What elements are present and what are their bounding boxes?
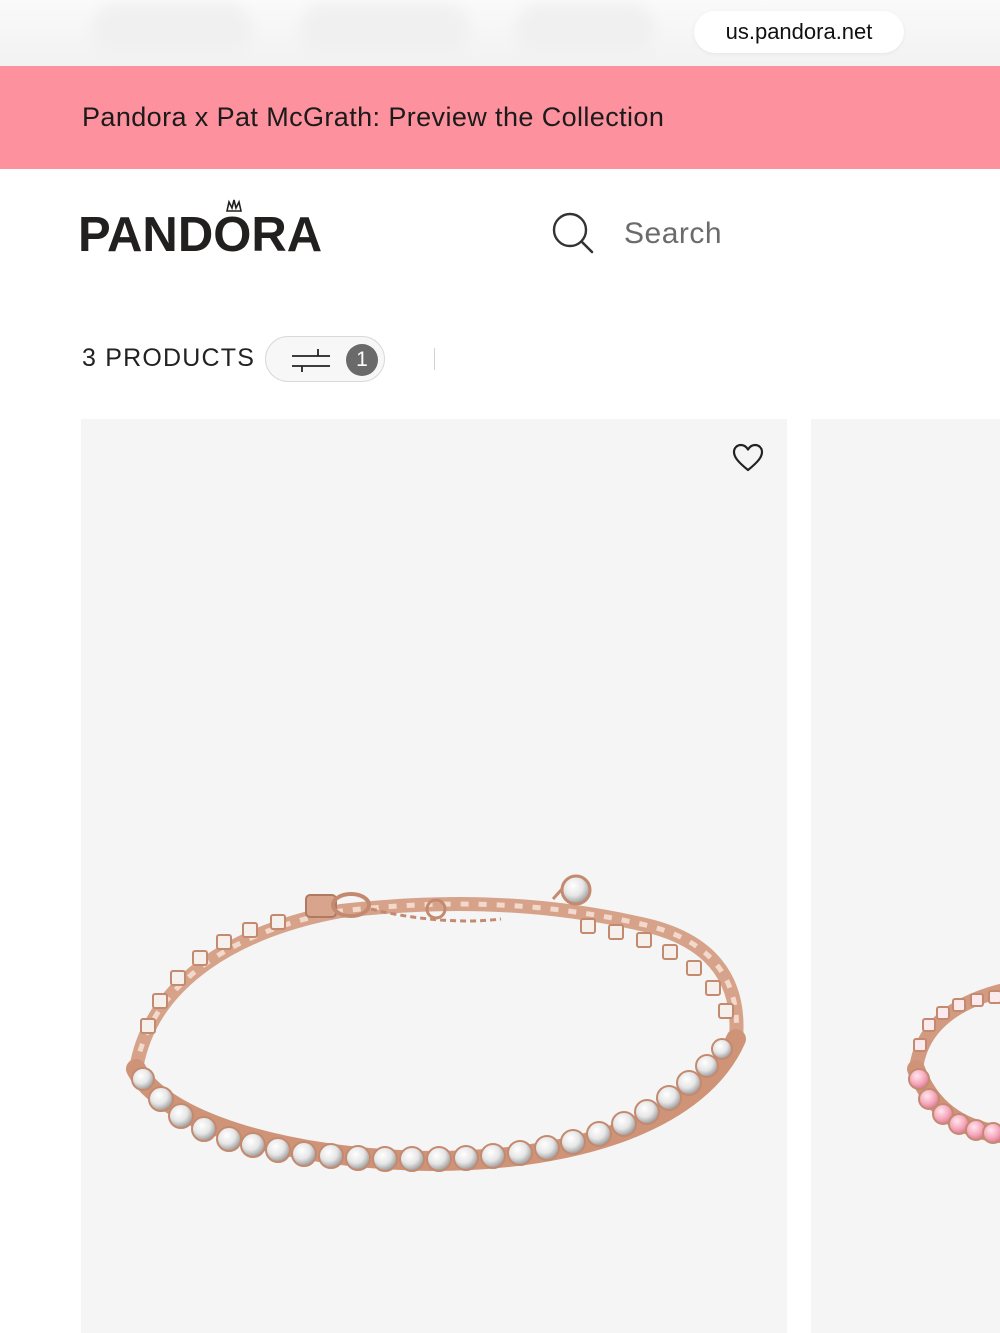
toolbar-divider bbox=[434, 348, 435, 370]
product-count: 3 PRODUCTS bbox=[82, 344, 256, 372]
product-image-rose-gold-tennis-bracelet[interactable] bbox=[81, 419, 787, 1333]
search-icon[interactable] bbox=[551, 211, 595, 255]
logo-wordmark: PANDORA bbox=[78, 208, 323, 262]
heart-icon[interactable] bbox=[732, 443, 764, 473]
promo-banner[interactable]: Pandora x Pat McGrath: Preview the Colle… bbox=[0, 66, 1000, 169]
browser-url-bar: us.pandora.net bbox=[0, 0, 1000, 66]
active-filter-badge: 1 bbox=[346, 344, 378, 376]
page: us.pandora.net Pandora x Pat McGrath: Pr… bbox=[0, 0, 1000, 1333]
product-card[interactable] bbox=[811, 419, 1000, 1333]
site-header: PANDORA bbox=[0, 169, 1000, 299]
product-image-pink-tennis-bracelet[interactable] bbox=[811, 419, 1000, 1333]
crown-icon bbox=[226, 199, 242, 212]
blurred-tab bbox=[92, 4, 252, 56]
promo-banner-text[interactable]: Pandora x Pat McGrath: Preview the Colle… bbox=[82, 102, 664, 133]
filter-button[interactable]: 1 bbox=[265, 336, 385, 382]
url-pill[interactable]: us.pandora.net bbox=[694, 11, 904, 53]
search-input[interactable] bbox=[624, 209, 984, 259]
pandora-logo[interactable]: PANDORA bbox=[78, 199, 323, 263]
blurred-tab bbox=[300, 4, 470, 56]
blurred-tab bbox=[515, 4, 655, 56]
sliders-icon bbox=[292, 349, 330, 372]
product-card[interactable] bbox=[81, 419, 787, 1333]
url-text: us.pandora.net bbox=[725, 19, 873, 44]
